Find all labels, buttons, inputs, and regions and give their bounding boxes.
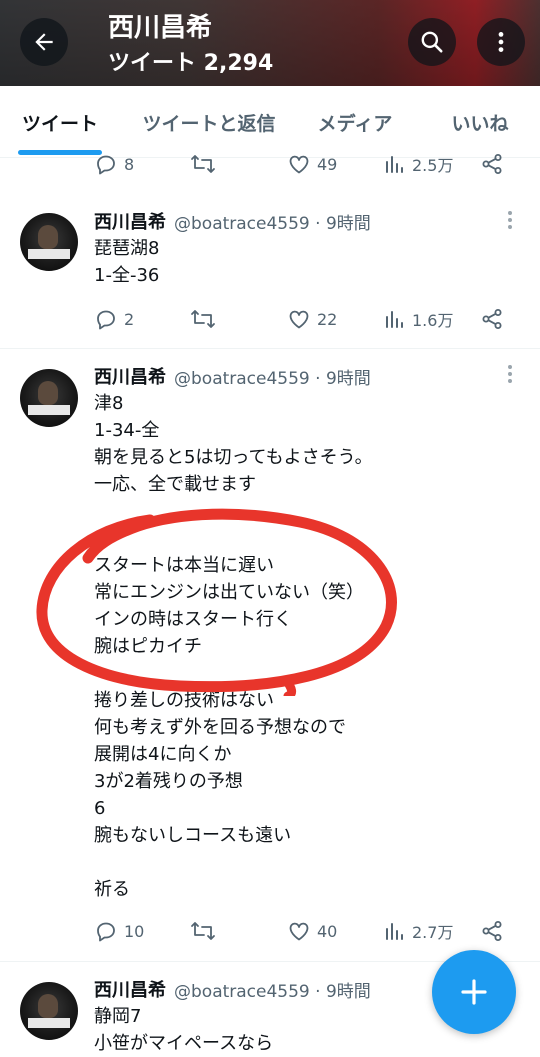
profile-header: 西川昌希 ツイート 2,294 — [0, 0, 540, 86]
tweet-text-line: インの時はスタート行く — [94, 609, 292, 630]
retweet-icon — [191, 155, 215, 173]
tweet-partial[interactable]: 8 49 2.5万 — [0, 154, 540, 198]
reply-icon — [97, 922, 115, 942]
search-icon — [421, 31, 443, 53]
tweet-actions: 10 40 2.7万 — [0, 915, 540, 947]
retweet-icon — [191, 310, 215, 328]
views-icon — [386, 923, 403, 940]
reply-button[interactable]: 10 — [94, 915, 144, 947]
header-title: 西川昌希 — [108, 13, 213, 43]
author-name[interactable]: 西川昌希 — [94, 976, 166, 1002]
avatar[interactable] — [20, 213, 78, 271]
compose-tweet-button[interactable] — [432, 950, 516, 1034]
reply-button[interactable]: 8 — [94, 148, 134, 180]
retweet-button[interactable] — [190, 148, 216, 180]
more-button[interactable] — [477, 18, 525, 66]
author-name[interactable]: 西川昌希 — [94, 363, 166, 389]
reply-icon — [97, 155, 115, 175]
heart-icon — [289, 155, 309, 174]
author-handle-time: @boatrace4559 · 9時間 — [174, 213, 371, 234]
avatar-banner — [28, 1018, 70, 1028]
tweet-actions: 2 22 1.6万 — [0, 303, 540, 335]
tweet-text-line: 朝を見ると5は切ってもよさそう。 — [94, 447, 373, 468]
tweet-text-line: 腕もないしコースも遠い — [94, 825, 292, 846]
tweet-text-line: 6 — [94, 798, 106, 819]
tweet-text-line: 何も考えず外を回る予想なので — [94, 717, 346, 738]
reply-count: 2 — [124, 309, 135, 329]
share-icon — [482, 921, 502, 941]
back-button[interactable] — [20, 18, 68, 66]
tweet-text-line: 琵琶湖8 — [94, 238, 160, 259]
like-count: 22 — [317, 309, 338, 329]
tweet-more-icon[interactable] — [505, 365, 515, 385]
like-button[interactable]: 49 — [287, 148, 337, 180]
tweet[interactable]: 西川昌希 @boatrace4559 · 9時間 津8 1-34-全 朝を見ると… — [0, 349, 540, 962]
heart-icon — [289, 922, 309, 941]
avatar-banner — [28, 249, 70, 259]
views-icon — [386, 311, 403, 328]
reply-icon — [97, 310, 115, 330]
share-button[interactable] — [480, 915, 504, 947]
avatar-banner — [28, 405, 70, 415]
tweet-text-line: 1-34-全 — [94, 420, 160, 441]
views-icon — [386, 156, 403, 173]
tweet-text-line: 一応、全で載せます — [94, 474, 256, 495]
views-count: 2.5万 — [412, 156, 454, 175]
views-button[interactable]: 1.6万 — [384, 303, 453, 335]
more-vertical-icon — [498, 32, 504, 52]
author-handle-time: @boatrace4559 · 9時間 — [174, 981, 371, 1002]
tweet-actions: 8 49 2.5万 — [0, 148, 540, 180]
tweet-header: 西川昌希 @boatrace4559 · 9時間 — [94, 363, 371, 389]
like-count: 40 — [317, 921, 338, 941]
retweet-button[interactable] — [190, 915, 216, 947]
views-count: 2.7万 — [412, 923, 454, 942]
tweet-text-line: 捲り差しの技術はない — [94, 690, 274, 711]
share-icon — [482, 309, 502, 329]
tweet-text-line: 津8 — [94, 393, 124, 414]
retweet-icon — [191, 922, 215, 940]
tweet-header: 西川昌希 @boatrace4559 · 9時間 — [94, 976, 371, 1002]
views-button[interactable]: 2.5万 — [384, 148, 453, 180]
tweet-text-line: 3が2着残りの予想 — [94, 771, 243, 792]
tweet-text-line: 1-全-36 — [94, 265, 160, 286]
tweet-text-line: 腕はピカイチ — [94, 636, 202, 657]
avatar-face — [38, 994, 58, 1018]
tweet-text-line: 展開は4に向くか — [94, 744, 232, 765]
tweet-text-line: 静岡7 — [94, 1006, 142, 1027]
tweet-count: ツイート 2,294 — [108, 51, 274, 76]
tweet-header: 西川昌希 @boatrace4559 · 9時間 — [94, 208, 371, 234]
share-button[interactable] — [480, 148, 504, 180]
search-button[interactable] — [408, 18, 456, 66]
avatar[interactable] — [20, 369, 78, 427]
like-button[interactable]: 40 — [287, 915, 337, 947]
avatar-face — [38, 225, 58, 249]
avatar-face — [38, 381, 58, 405]
tweet-more-icon[interactable] — [505, 211, 515, 231]
reply-count: 8 — [124, 154, 135, 174]
tweet-text-line: 小笹がマイペースなら — [94, 1033, 274, 1054]
share-button[interactable] — [480, 303, 504, 335]
author-handle-time: @boatrace4559 · 9時間 — [174, 368, 371, 389]
reply-button[interactable]: 2 — [94, 303, 134, 335]
share-icon — [482, 154, 502, 174]
tweet-text-line: 1 — [94, 528, 106, 549]
arrow-left-icon — [35, 33, 53, 51]
tweet-text-line: スタートは本当に遅い — [94, 555, 274, 576]
avatar[interactable] — [20, 982, 78, 1040]
author-name[interactable]: 西川昌希 — [94, 208, 166, 234]
like-count: 49 — [317, 154, 338, 174]
like-button[interactable]: 22 — [287, 303, 337, 335]
tweet-text-line: 祈る — [94, 879, 130, 900]
tweet[interactable]: 西川昌希 @boatrace4559 · 9時間 琵琶湖8 1-全-36 2 2… — [0, 195, 540, 349]
retweet-button[interactable] — [190, 303, 216, 335]
heart-icon — [289, 310, 309, 329]
plus-icon — [461, 979, 487, 1005]
reply-count: 10 — [124, 921, 145, 941]
views-count: 1.6万 — [412, 311, 454, 330]
views-button[interactable]: 2.7万 — [384, 915, 453, 947]
tweet-text-line: 常にエンジンは出ていない（笑） — [94, 582, 364, 603]
